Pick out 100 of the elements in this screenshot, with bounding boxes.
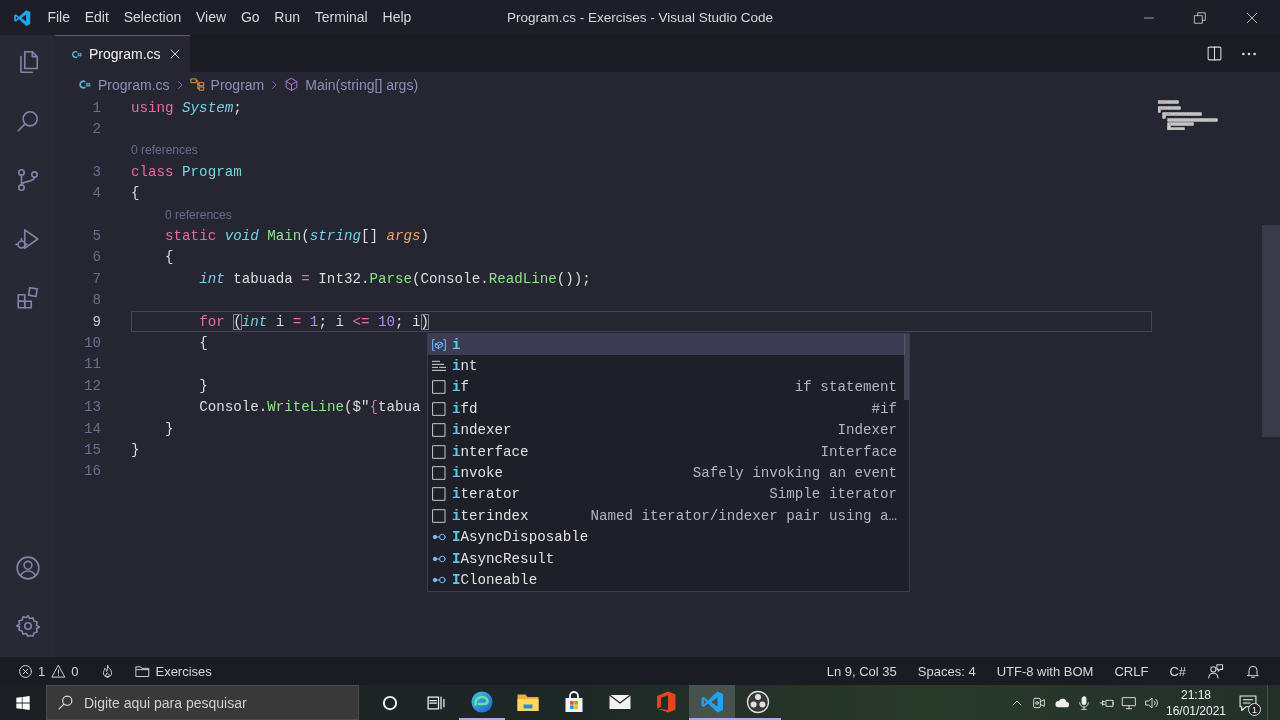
window-title: Program.cs - Exercises - Visual Studio Code bbox=[506, 10, 774, 25]
suggestion-detail: Indexer bbox=[837, 422, 897, 439]
suggestion-label: ICloneable bbox=[452, 572, 538, 588]
code-line: { bbox=[199, 335, 208, 351]
indentation-status[interactable]: Spaces: 4 bbox=[917, 663, 976, 679]
suggestion-detail: Interface bbox=[820, 443, 897, 460]
cursor-position-status[interactable]: Ln 9, Col 35 bbox=[826, 663, 897, 679]
suggestion-item[interactable]: if if statement bbox=[428, 376, 905, 399]
clock-date[interactable]: 16/01/2021 bbox=[1165, 702, 1227, 719]
folder-icon bbox=[135, 663, 151, 679]
errors-status[interactable]: 1 bbox=[18, 663, 46, 679]
suggestion-item[interactable]: iterindex Named iterator/indexer pair using a… bbox=[428, 505, 905, 527]
code-line: { bbox=[131, 185, 140, 202]
suggestion-item[interactable]: IAsyncResult bbox=[428, 547, 905, 570]
run-debug-icon[interactable] bbox=[14, 226, 41, 252]
browser-icon bbox=[470, 689, 494, 714]
search-icon[interactable] bbox=[14, 108, 41, 134]
suggestion-item[interactable]: invoke Safely invoking an event bbox=[428, 462, 905, 484]
suggestion-item[interactable]: interface Interface bbox=[428, 440, 905, 463]
notification-icon[interactable] bbox=[1238, 692, 1258, 713]
menu-item[interactable]: File bbox=[40, 0, 78, 35]
suggestion-detail: #if bbox=[871, 400, 897, 417]
editor-tab[interactable]: Program.cs bbox=[55, 35, 190, 72]
line-number: 6 bbox=[91, 249, 101, 266]
suggestion-item[interactable]: ifd #if bbox=[428, 398, 905, 420]
breadcrumb-item[interactable]: Program.cs bbox=[77, 76, 170, 93]
line-number: 14 bbox=[82, 420, 101, 437]
search-field[interactable]: Digite aqui para pesquisar bbox=[46, 685, 359, 720]
suggestion-item[interactable]: iterator Simple iterator bbox=[428, 483, 905, 506]
split-editor-icon[interactable] bbox=[1206, 45, 1223, 62]
line-number: 12 bbox=[82, 377, 101, 394]
suggestion-detail: Named iterator/indexer pair using a… bbox=[590, 507, 897, 524]
suggestion-label: i bbox=[452, 336, 461, 353]
suggestion-detail: Simple iterator bbox=[769, 486, 897, 503]
clock-time[interactable]: 21:18 bbox=[1181, 686, 1211, 703]
variable-icon bbox=[431, 336, 447, 353]
search-icon bbox=[57, 694, 74, 711]
extensions-icon[interactable] bbox=[14, 285, 41, 311]
breadcrumb-item[interactable]: Main(string[] args) bbox=[284, 76, 419, 93]
suggestion-label: int bbox=[452, 358, 478, 375]
snippet-icon bbox=[431, 465, 447, 482]
circle-icon[interactable] bbox=[381, 693, 399, 712]
encoding-status[interactable]: UTF-8 with BOM bbox=[996, 663, 1094, 679]
suggestion-item[interactable]: indexer Indexer bbox=[428, 419, 905, 441]
folder-status[interactable]: Exercises bbox=[135, 663, 212, 679]
suggestion-label: interface bbox=[452, 443, 529, 460]
code-line: } bbox=[165, 420, 174, 437]
snippet-icon bbox=[431, 422, 447, 439]
snippet-icon bbox=[431, 379, 447, 396]
error-icon bbox=[18, 663, 33, 679]
restore-icon[interactable] bbox=[1193, 10, 1207, 25]
snippet-icon bbox=[431, 486, 447, 503]
code-line: using System; bbox=[131, 99, 242, 116]
menu-item[interactable]: Terminal bbox=[307, 0, 376, 35]
warnings-status[interactable]: 0 bbox=[51, 663, 79, 679]
line-number: 2 bbox=[91, 121, 101, 138]
code-editor-icon bbox=[700, 689, 724, 714]
windows-logo-icon[interactable] bbox=[15, 694, 31, 711]
menu-item[interactable]: Go bbox=[233, 0, 267, 35]
line-number: 15 bbox=[82, 441, 101, 458]
feedback-icon[interactable] bbox=[1207, 662, 1224, 680]
close-icon[interactable] bbox=[1245, 10, 1259, 25]
line-number: 7 bbox=[91, 270, 101, 287]
code-line: Console.WriteLine($"{tabua bbox=[199, 399, 421, 416]
menu-item[interactable]: Help bbox=[375, 0, 419, 35]
suggestion-label: ifd bbox=[452, 400, 478, 417]
suggestion-item[interactable]: i bbox=[428, 334, 905, 356]
bell-icon[interactable] bbox=[1245, 663, 1261, 679]
line-number: 8 bbox=[91, 292, 101, 309]
suggestion-label: IAsyncDisposable bbox=[452, 529, 589, 546]
language-status[interactable]: C# bbox=[1169, 663, 1186, 679]
close-icon[interactable] bbox=[169, 48, 181, 60]
suggestion-detail: if statement bbox=[794, 379, 897, 396]
line-number: 11 bbox=[82, 356, 101, 373]
suggestion-label: iterator bbox=[452, 486, 521, 503]
suggestion-label: IAsyncResult bbox=[452, 550, 555, 567]
menu-item[interactable]: Selection bbox=[116, 0, 189, 35]
suggestion-item[interactable]: IAsyncDisposable bbox=[428, 526, 905, 548]
settings-icon[interactable] bbox=[14, 613, 41, 639]
breadcrumb-item[interactable]: Program bbox=[189, 76, 265, 93]
app-logo-icon bbox=[654, 689, 678, 714]
snippet-icon bbox=[431, 443, 447, 460]
three-dot-circle-icon bbox=[746, 689, 770, 714]
menu-item[interactable]: View bbox=[188, 0, 234, 35]
account-icon[interactable] bbox=[14, 555, 41, 581]
scrollbar-thumb[interactable] bbox=[904, 334, 909, 400]
vscode-logo-icon bbox=[13, 8, 31, 27]
line-number: 3 bbox=[91, 163, 101, 180]
warning-icon bbox=[51, 663, 67, 679]
suggestion-item[interactable]: ICloneable bbox=[428, 569, 905, 591]
line-ending-status[interactable]: CRLF bbox=[1114, 663, 1149, 679]
code-line: static void Main(string[] args) bbox=[165, 228, 430, 245]
line-number: 13 bbox=[82, 399, 101, 416]
notification-badge: 1 bbox=[1248, 703, 1261, 716]
menu-item[interactable]: Run bbox=[266, 0, 308, 35]
line-number: 4 bbox=[91, 185, 101, 202]
monitor-icon[interactable] bbox=[1121, 694, 1138, 711]
menu-item[interactable]: Edit bbox=[77, 0, 117, 35]
code-line: for (int i = 1; i <= 10; i) bbox=[199, 313, 430, 330]
code-line: int tabuada = Int32.Parse(Console.ReadLine()); bbox=[199, 270, 591, 287]
